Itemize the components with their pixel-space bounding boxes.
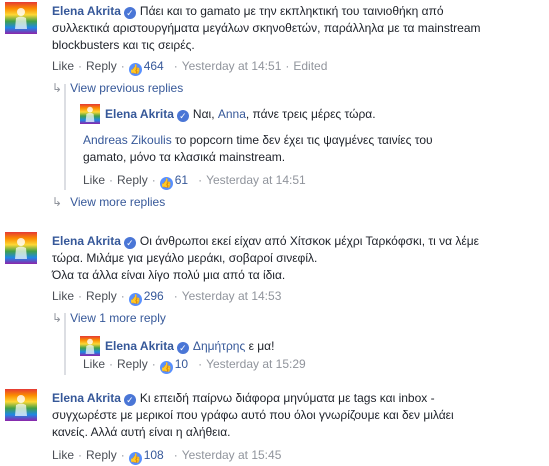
comment-2: Elena Akrita ✓ Οι άνθρωποι εκεί είχαν από … xyxy=(0,230,549,310)
thumbs-up-icon: 👍 xyxy=(128,293,142,306)
edited-label[interactable]: Edited xyxy=(293,59,327,73)
author-name[interactable]: Elena Akrita xyxy=(105,107,174,121)
reply-actions: Like · Reply · 👍 10 · Yesterday at 15:29 xyxy=(83,357,306,374)
view-previous-label: View previous replies xyxy=(70,81,184,95)
reply-button[interactable]: Reply xyxy=(86,289,117,303)
view-previous-replies-link[interactable]: ↳ View previous replies xyxy=(52,81,183,95)
reply-body: Elena Akrita ✓ Δημήτρης ε μα! xyxy=(83,338,543,355)
timestamp[interactable]: Yesterday at 15:45 xyxy=(182,448,282,462)
like-button[interactable]: Like xyxy=(83,173,105,187)
reply-1: Elena Akrita ✓ Ναι, Anna, πάνε τρεις μέρες… xyxy=(80,100,549,192)
like-button[interactable]: Like xyxy=(83,357,105,371)
view-one-more-reply-link[interactable]: ↳ View 1 more reply xyxy=(52,311,166,325)
quote-text-line: gamato, μόνο τα κλασικά mainstream. xyxy=(83,150,286,164)
comment-body: Elena Akrita ✓ Οι άνθρωποι εκεί είχαν από … xyxy=(52,233,542,284)
verified-check-icon: ✓ xyxy=(123,7,136,19)
like-count[interactable]: 10 xyxy=(175,357,188,371)
avatar-figure-icon xyxy=(15,8,27,29)
reply-thread-line xyxy=(64,84,66,190)
reply-text: Ναι, xyxy=(192,107,218,121)
comment-text-line: Όλα τα άλλα είναι λίγο πολύ μια από τα ί… xyxy=(52,268,286,282)
comment-text-line: συλλεκτικά αριστουργήματα μεγάλων σκηνοθ… xyxy=(52,21,481,35)
thumbs-up-icon: 👍 xyxy=(128,63,142,76)
comment-body: Elena Akrita ✓ Πάει και το gamato με την ε… xyxy=(52,3,542,54)
verified-check-icon: ✓ xyxy=(123,237,136,249)
comment-actions: Like · Reply · 👍 296 · Yesterday at 14:53 xyxy=(52,289,282,306)
comment-text-line: κανείς. Αλλά αυτή είναι η αλήθεια. xyxy=(52,425,231,439)
comment-text-line: blockbusters και τις σειρές. xyxy=(52,38,195,52)
like-count[interactable]: 61 xyxy=(175,173,188,187)
comment-text-line: συγχωρέστε με μερικοί που γράφω αυτό που… xyxy=(52,408,454,422)
author-name[interactable]: Elena Akrita xyxy=(52,391,121,405)
reply-2: Elena Akrita ✓ Δημήτρης ε μα! Like · Reply · 👍… xyxy=(80,332,549,378)
quoted-author-link[interactable]: Andreas Zikoulis xyxy=(83,133,172,147)
view-one-more-label: View 1 more reply xyxy=(70,311,166,325)
reply-body: Elena Akrita ✓ Ναι, Anna, πάνε τρεις μέρες… xyxy=(83,106,543,123)
timestamp[interactable]: Yesterday at 14:51 xyxy=(182,59,282,73)
comment-3: Elena Akrita ✓ Κι επειδή παίρνω διάφορα μη… xyxy=(0,387,549,466)
mention-link[interactable]: Δημήτρης xyxy=(193,339,245,353)
reply-arrow-icon: ↳ xyxy=(52,81,63,95)
author-name[interactable]: Elena Akrita xyxy=(52,4,121,18)
comment-body: Elena Akrita ✓ Κι επειδή παίρνω διάφορα μη… xyxy=(52,390,542,441)
mention-link[interactable]: Anna xyxy=(218,107,246,121)
avatar-figure-icon xyxy=(15,238,27,259)
like-button[interactable]: Like xyxy=(52,59,74,73)
reply-arrow-icon: ↳ xyxy=(52,195,63,209)
comment-1: Elena Akrita ✓ Πάει και το gamato με την ε… xyxy=(0,0,549,80)
comment-text-line: τώρα. Μιλάμε για μεγάλο μεράκι, σοβαροί … xyxy=(52,251,318,265)
like-count[interactable]: 296 xyxy=(144,289,164,303)
like-button[interactable]: Like xyxy=(52,289,74,303)
reply-button[interactable]: Reply xyxy=(117,357,148,371)
comment-text-line: Πάει και το gamato με την εκπληκτική του… xyxy=(139,4,444,18)
like-button[interactable]: Like xyxy=(52,448,74,462)
reply-text: ε μα! xyxy=(245,339,275,353)
author-name[interactable]: Elena Akrita xyxy=(105,339,174,353)
comment-text-line: Οι άνθρωποι εκεί είχαν από Χίτσκοκ μέχρι… xyxy=(139,234,479,248)
verified-check-icon: ✓ xyxy=(123,394,136,406)
verified-check-icon: ✓ xyxy=(176,342,189,354)
like-count[interactable]: 108 xyxy=(144,448,164,462)
author-name[interactable]: Elena Akrita xyxy=(52,234,121,248)
thumbs-up-icon: 👍 xyxy=(159,361,173,374)
view-more-label: View more replies xyxy=(70,195,166,209)
reply-arrow-icon: ↳ xyxy=(52,311,63,325)
reply-text: , πάνε τρεις μέρες τώρα. xyxy=(245,107,376,121)
timestamp[interactable]: Yesterday at 14:53 xyxy=(182,289,282,303)
quote-text-line: το popcorn time δεν έχει τις ψαγμένες τα… xyxy=(171,133,433,147)
comment-actions: Like · Reply · 👍 108 · Yesterday at 15:45 xyxy=(52,448,282,465)
avatar[interactable] xyxy=(5,2,37,34)
reply-button[interactable]: Reply xyxy=(86,448,117,462)
thumbs-up-icon: 👍 xyxy=(159,177,173,190)
avatar[interactable] xyxy=(5,389,37,421)
reply-actions: Like · Reply · 👍 61 · Yesterday at 14:51 xyxy=(83,173,306,190)
reply-button[interactable]: Reply xyxy=(117,173,148,187)
comment-actions: Like · Reply · 👍 464 · Yesterday at 14:51 · Edite… xyxy=(52,59,328,76)
verified-check-icon: ✓ xyxy=(176,110,189,122)
timestamp[interactable]: Yesterday at 15:29 xyxy=(206,357,306,371)
thumbs-up-icon: 👍 xyxy=(128,452,142,465)
comment-text-line: Κι επειδή παίρνω διάφορα μηνύματα με tag… xyxy=(139,391,435,405)
quoted-reply: Andreas Zikoulis το popcorn time δεν έχε… xyxy=(83,132,543,166)
avatar[interactable] xyxy=(5,232,37,264)
like-count[interactable]: 464 xyxy=(144,59,164,73)
view-more-replies-link[interactable]: ↳ View more replies xyxy=(52,195,165,209)
reply-button[interactable]: Reply xyxy=(86,59,117,73)
avatar-figure-icon xyxy=(15,395,27,416)
timestamp[interactable]: Yesterday at 14:51 xyxy=(206,173,306,187)
